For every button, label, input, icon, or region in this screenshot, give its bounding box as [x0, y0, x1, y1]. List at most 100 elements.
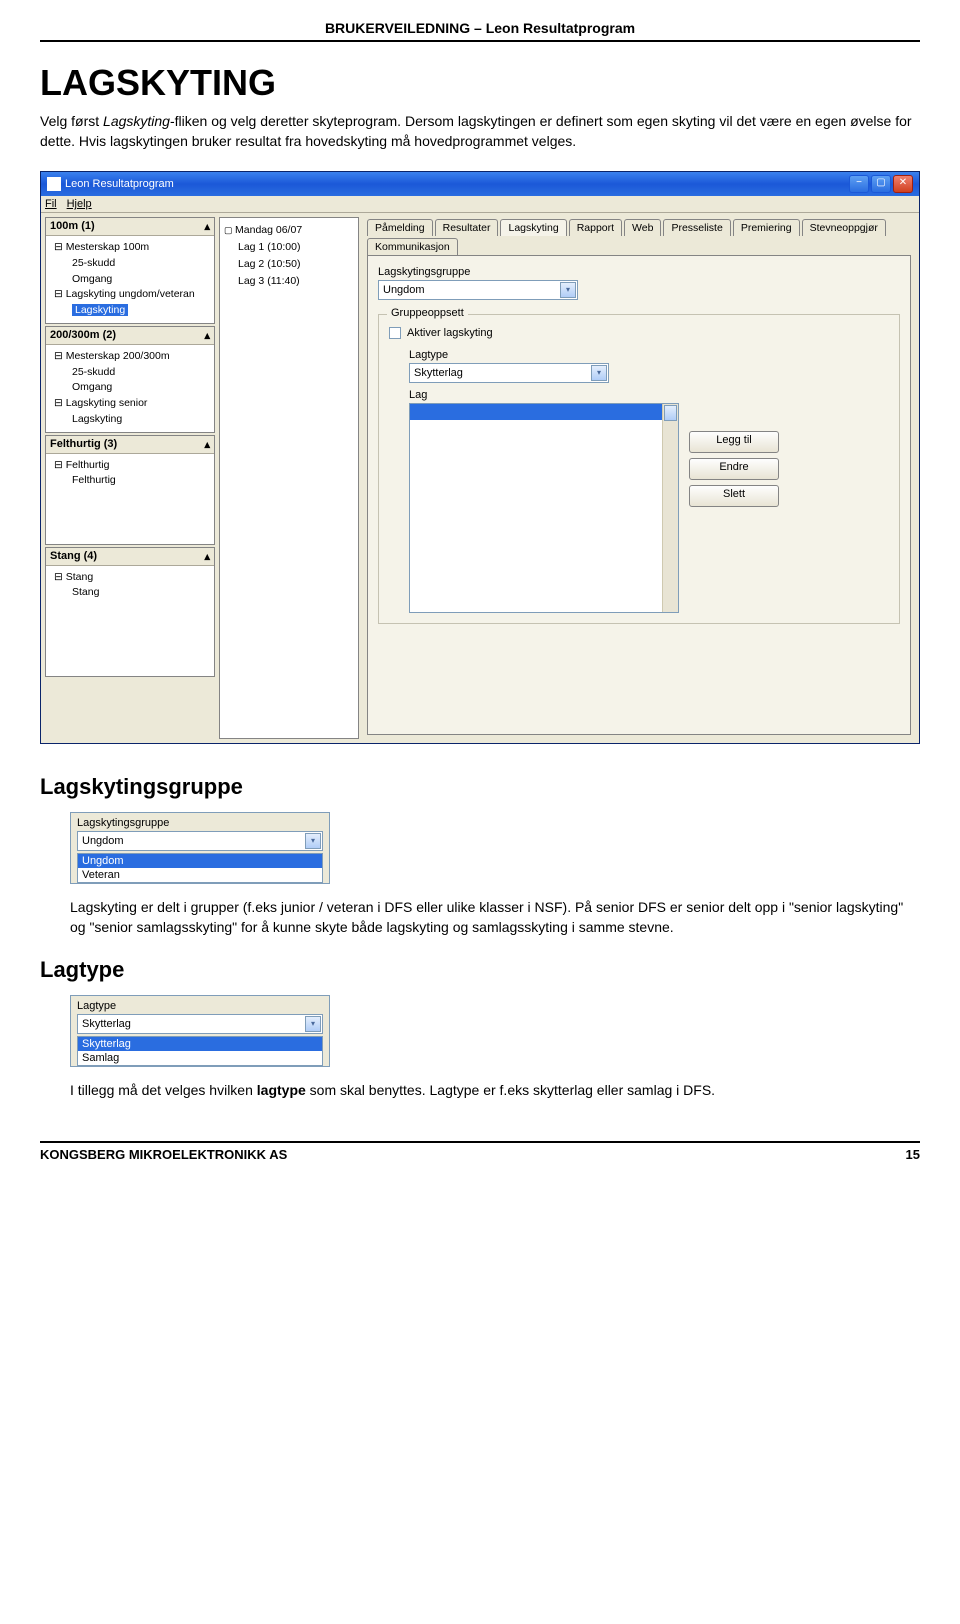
schedule-lag[interactable]: Lag 3 (11:40)	[224, 273, 354, 290]
tree-item[interactable]: Omgang	[50, 272, 210, 288]
schedule-day[interactable]: Mandag 06/07	[224, 222, 354, 239]
group-select-value: Ungdom	[383, 284, 425, 296]
tree-item[interactable]: ⊟ Stang	[50, 570, 210, 586]
panel-stang: Stang (4)▴ ⊟ Stang Stang	[45, 547, 215, 677]
titlebar: Leon Resultatprogram − ▢ ✕	[41, 172, 919, 196]
tree-item[interactable]: Stang	[50, 585, 210, 601]
mini-group-select[interactable]: Ungdom ▾	[77, 831, 323, 851]
option-ungdom[interactable]: Ungdom	[78, 854, 322, 868]
schedule-lag[interactable]: Lag 1 (10:00)	[224, 239, 354, 256]
footer-page-number: 15	[906, 1147, 920, 1162]
gruppeoppsett-groupbox: Gruppeoppsett Aktiver lagskyting Lagtype…	[378, 314, 900, 624]
aktiver-checkbox[interactable]	[389, 327, 401, 339]
lagtype-text-prefix: I tillegg må det velges hvilken	[70, 1082, 257, 1098]
chevron-down-icon: ▾	[591, 365, 607, 381]
intro-rest: -fliken og velg deretter skyteprogram. D…	[40, 113, 912, 149]
panel-100m: 100m (1) ▴ ⊟ Mesterskap 100m 25-skudd Omg…	[45, 217, 215, 324]
tab-lagskyting[interactable]: Lagskyting	[500, 219, 566, 236]
mini-group-options: Ungdom Veteran	[77, 853, 323, 883]
document-header: BRUKERVEILEDNING – Leon Resultatprogram	[40, 20, 920, 42]
option-veteran[interactable]: Veteran	[78, 868, 322, 882]
page-title: LAGSKYTING	[40, 62, 920, 104]
group-select[interactable]: Ungdom ▾	[378, 280, 578, 300]
endre-button[interactable]: Endre	[689, 458, 779, 480]
panel-200m: 200/300m (2) ▴ ⊟ Mesterskap 200/300m 25-s…	[45, 326, 215, 433]
scrollbar[interactable]	[662, 404, 678, 612]
legg-til-button[interactable]: Legg til	[689, 431, 779, 453]
aktiver-label: Aktiver lagskyting	[407, 327, 493, 339]
chevron-down-icon: ▾	[305, 833, 321, 849]
lagtype-text-bold: lagtype	[257, 1082, 306, 1098]
app-icon	[47, 177, 61, 191]
maximize-button[interactable]: ▢	[871, 175, 891, 193]
tab-stevneoppgjor[interactable]: Stevneoppgjør	[802, 219, 886, 236]
option-skytterlag[interactable]: Skytterlag	[78, 1037, 322, 1051]
collapse-icon[interactable]: ▴	[204, 220, 210, 233]
collapse-icon[interactable]: ▴	[204, 550, 210, 563]
tab-kommunikasjon[interactable]: Kommunikasjon	[367, 238, 458, 255]
slett-button[interactable]: Slett	[689, 485, 779, 507]
tab-content: Lagskytingsgruppe Ungdom ▾ Gruppeoppsett…	[367, 255, 911, 735]
schedule-panel: Mandag 06/07 Lag 1 (10:00) Lag 2 (10:50)…	[219, 217, 359, 739]
footer-company: KONGSBERG MIKROELEKTRONIKK AS	[40, 1147, 287, 1162]
tab-web[interactable]: Web	[624, 219, 661, 236]
tab-premiering[interactable]: Premiering	[733, 219, 800, 236]
chevron-down-icon: ▾	[305, 1016, 321, 1032]
intro-italic: Lagskyting	[103, 113, 170, 129]
tab-strip: Påmelding Resultater Lagskyting Rapport …	[363, 217, 915, 255]
collapse-icon[interactable]: ▴	[204, 438, 210, 451]
panel-felthurtig-title: Felthurtig (3)	[50, 438, 117, 451]
tab-presseliste[interactable]: Presseliste	[663, 219, 730, 236]
menu-help[interactable]: Hjelp	[67, 198, 92, 210]
window-controls: − ▢ ✕	[849, 175, 913, 193]
menubar: Fil Hjelp	[41, 196, 919, 213]
collapse-icon[interactable]: ▴	[204, 329, 210, 342]
left-sidebar: 100m (1) ▴ ⊟ Mesterskap 100m 25-skudd Omg…	[45, 217, 215, 739]
tree-item[interactable]: 25-skudd	[50, 256, 210, 272]
mini-lagtype-options: Skytterlag Samlag	[77, 1036, 323, 1066]
window-title: Leon Resultatprogram	[65, 178, 174, 190]
tree-item[interactable]: 25-skudd	[50, 365, 210, 381]
lagtype-dropdown-shot: Lagtype Skytterlag ▾ Skytterlag Samlag	[70, 995, 330, 1067]
lagskytingsgruppe-text: Lagskyting er delt i grupper (f.eks juni…	[70, 898, 920, 937]
intro-paragraph: Velg først Lagskyting-fliken og velg der…	[40, 112, 920, 151]
lagtype-text-suffix: som skal benyttes. Lagtype er f.eks skyt…	[306, 1082, 715, 1098]
mini-group-value: Ungdom	[82, 835, 124, 847]
mini-lagtype-label: Lagtype	[77, 1000, 323, 1012]
minimize-button[interactable]: −	[849, 175, 869, 193]
main-content: Påmelding Resultater Lagskyting Rapport …	[363, 217, 915, 739]
option-samlag[interactable]: Samlag	[78, 1051, 322, 1065]
close-button[interactable]: ✕	[893, 175, 913, 193]
lagskytingsgruppe-dropdown-shot: Lagskytingsgruppe Ungdom ▾ Ungdom Vetera…	[70, 812, 330, 884]
tree-item[interactable]: ⊟ Mesterskap 100m	[50, 240, 210, 256]
group-label: Lagskytingsgruppe	[378, 266, 900, 278]
tree-item[interactable]: ⊟ Mesterskap 200/300m	[50, 349, 210, 365]
tab-resultater[interactable]: Resultater	[435, 219, 499, 236]
chevron-down-icon: ▾	[560, 282, 576, 298]
tree-item[interactable]: ⊟ Lagskyting ungdom/veteran	[50, 287, 210, 303]
listbox-selection	[410, 404, 662, 420]
intro-prefix: Velg først	[40, 113, 103, 129]
section-lagskytingsgruppe-title: Lagskytingsgruppe	[40, 774, 920, 800]
lag-listbox[interactable]	[409, 403, 679, 613]
panel-200m-title: 200/300m (2)	[50, 329, 116, 342]
mini-group-label: Lagskytingsgruppe	[77, 817, 323, 829]
panel-felthurtig: Felthurtig (3) ▴ ⊟ Felthurtig Felthurtig	[45, 435, 215, 545]
lagtype-text: I tillegg må det velges hvilken lagtype …	[70, 1081, 920, 1101]
tab-pamelding[interactable]: Påmelding	[367, 219, 433, 236]
lag-label: Lag	[409, 389, 889, 401]
app-window: Leon Resultatprogram − ▢ ✕ Fil Hjelp 100…	[40, 171, 920, 744]
schedule-lag[interactable]: Lag 2 (10:50)	[224, 256, 354, 273]
tree-item[interactable]: ⊟ Felthurtig	[50, 458, 210, 474]
tab-rapport[interactable]: Rapport	[569, 219, 622, 236]
mini-lagtype-select[interactable]: Skytterlag ▾	[77, 1014, 323, 1034]
panel-100m-title: 100m (1)	[50, 220, 95, 233]
tree-item[interactable]: Felthurtig	[50, 473, 210, 489]
tree-item[interactable]: Lagskyting	[50, 412, 210, 428]
lagtype-select[interactable]: Skytterlag ▾	[409, 363, 609, 383]
page-footer: KONGSBERG MIKROELEKTRONIKK AS 15	[40, 1141, 920, 1162]
menu-file[interactable]: Fil	[45, 198, 57, 210]
tree-item[interactable]: ⊟ Lagskyting senior	[50, 396, 210, 412]
tree-item-selected[interactable]: Lagskyting	[72, 304, 128, 316]
tree-item[interactable]: Omgang	[50, 380, 210, 396]
